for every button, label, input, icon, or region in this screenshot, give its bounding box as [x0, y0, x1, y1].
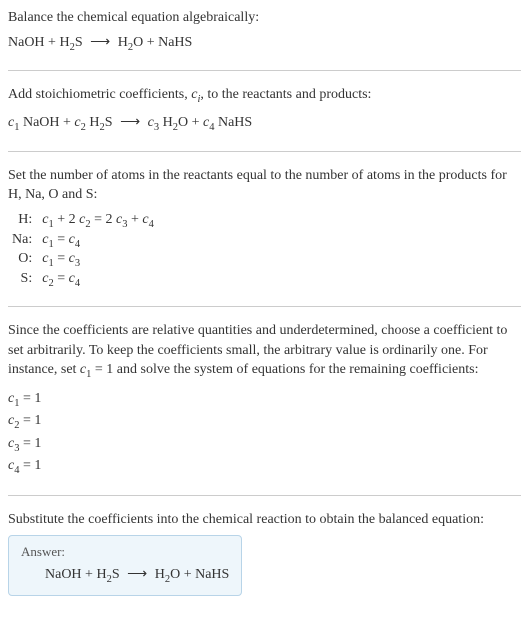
element-equation: c1 = c3 [38, 250, 158, 270]
reactant-2-tail: S [75, 35, 83, 50]
reactant-1: NaOH [8, 35, 45, 50]
table-row: Na: c1 = c4 [8, 231, 158, 251]
intro-text: Add stoichiometric coefficients, ci, to … [8, 85, 521, 107]
arrow: ⟶ [120, 115, 140, 130]
r2a: H [86, 115, 100, 130]
element-equation: c1 + 2 c2 = 2 c3 + c4 [38, 211, 158, 231]
p2: NaHS [214, 115, 252, 130]
table-row: S: c2 = c4 [8, 270, 158, 290]
element-label: O: [8, 250, 38, 270]
text-a: Add stoichiometric coefficients, [8, 87, 191, 102]
reactant-1: NaOH [45, 567, 82, 582]
atom-balance-table: H: c1 + 2 c2 = 2 c3 + c4 Na: c1 = c4 O: … [8, 211, 158, 290]
text-b: = 1 and solve the system of equations fo… [91, 362, 478, 377]
p1a: H [159, 115, 173, 130]
coeff-line: c4 = 1 [8, 456, 521, 478]
balanced-equation: NaOH + H2S ⟶ H2O + NaHS [21, 566, 229, 585]
coeff-line: c3 = 1 [8, 434, 521, 456]
reactant-2-tail: S [112, 567, 120, 582]
coefficient-equation: c1 NaOH + c2 H2S ⟶ c3 H2O + c4 NaHS [8, 114, 521, 133]
table-row: O: c1 = c3 [8, 250, 158, 270]
text-b: , to the reactants and products: [200, 87, 371, 102]
intro-text: Set the number of atoms in the reactants… [8, 166, 521, 205]
element-label: H: [8, 211, 38, 231]
p1b: O [178, 115, 188, 130]
product-1-head: H [118, 35, 128, 50]
reactant-2-head: H [59, 35, 69, 50]
plus: + [45, 35, 60, 50]
product-2: NaHS [158, 35, 192, 50]
coeff-line: c1 = 1 [8, 389, 521, 411]
section-atom-equations: Set the number of atoms in the reactants… [8, 166, 521, 307]
unbalanced-equation: NaOH + H2S ⟶ H2O + NaHS [8, 34, 521, 53]
intro-text: Substitute the coefficients into the che… [8, 510, 521, 530]
section-add-coefficients: Add stoichiometric coefficients, ci, to … [8, 85, 521, 151]
plus: + [188, 115, 203, 130]
arrow: ⟶ [90, 35, 110, 50]
intro-text: Balance the chemical equation algebraica… [8, 8, 521, 28]
arrow: ⟶ [127, 567, 147, 582]
product-2: NaHS [195, 567, 229, 582]
r1: NaOH [19, 115, 59, 130]
element-equation: c1 = c4 [38, 231, 158, 251]
table-row: H: c1 + 2 c2 = 2 c3 + c4 [8, 211, 158, 231]
section-problem: Balance the chemical equation algebraica… [8, 8, 521, 71]
answer-label: Answer: [21, 544, 229, 560]
element-label: Na: [8, 231, 38, 251]
product-1-tail: O [170, 567, 180, 582]
plus: + [143, 35, 158, 50]
plus: + [180, 567, 195, 582]
answer-box: Answer: NaOH + H2S ⟶ H2O + NaHS [8, 535, 242, 596]
product-1-head: H [155, 567, 165, 582]
reactant-2-head: H [96, 567, 106, 582]
plus: + [60, 115, 75, 130]
plus: + [82, 567, 97, 582]
coeff-line: c2 = 1 [8, 411, 521, 433]
element-label: S: [8, 270, 38, 290]
r2b: S [105, 115, 113, 130]
element-equation: c2 = c4 [38, 270, 158, 290]
intro-text: Since the coefficients are relative quan… [8, 321, 521, 383]
coefficient-values: c1 = 1 c2 = 1 c3 = 1 c4 = 1 [8, 389, 521, 479]
section-solve-coefficients: Since the coefficients are relative quan… [8, 321, 521, 496]
section-answer: Substitute the coefficients into the che… [8, 510, 521, 612]
product-1-tail: O [133, 35, 143, 50]
